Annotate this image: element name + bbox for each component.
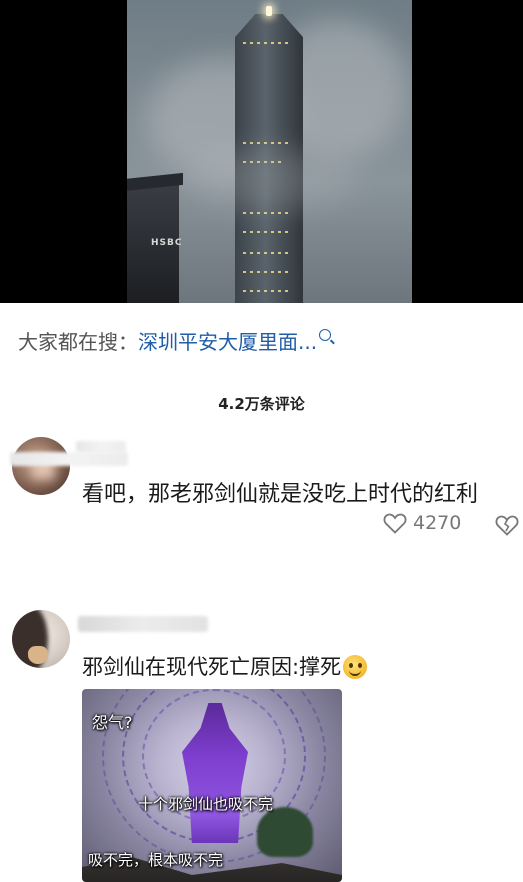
smirk-emoji-icon bbox=[343, 655, 368, 679]
comment-text: 邪剑仙在现代死亡原因:撑死 bbox=[82, 650, 368, 681]
side-building: HSBC bbox=[127, 172, 183, 303]
search-suggestion-link[interactable]: 深圳平安大厦里面... bbox=[138, 330, 317, 354]
like-button[interactable]: 4270 bbox=[383, 512, 461, 534]
broken-heart-icon[interactable] bbox=[495, 514, 519, 536]
username-redacted bbox=[78, 616, 208, 632]
search-icon[interactable] bbox=[319, 329, 332, 341]
username-redacted bbox=[10, 452, 128, 466]
heart-outline-icon[interactable] bbox=[383, 512, 407, 534]
search-suggestion[interactable]: 大家都在搜：深圳平安大厦里面... bbox=[18, 326, 332, 355]
video-player[interactable]: HSBC bbox=[0, 0, 523, 303]
comment-text-body: 邪剑仙在现代死亡原因:撑死 bbox=[82, 655, 342, 679]
comment-text: 看吧，那老邪剑仙就是没吃上时代的红利 bbox=[82, 482, 479, 507]
building-sign: HSBC bbox=[151, 238, 183, 248]
avatar[interactable] bbox=[12, 610, 70, 668]
meme-caption-middle: 十个邪剑仙也吸不完 bbox=[138, 795, 274, 813]
comments-count: 4.2万条评论 bbox=[218, 395, 305, 413]
comment-image[interactable]: 怨气? 十个邪剑仙也吸不完 吸不完，根本吸不完 bbox=[82, 689, 342, 882]
video-frame-skyscraper: HSBC bbox=[127, 0, 412, 303]
search-prefix-label: 大家都在搜： bbox=[18, 330, 138, 354]
avatar[interactable] bbox=[12, 437, 70, 495]
like-count: 4270 bbox=[413, 512, 462, 534]
tower-light bbox=[266, 6, 272, 16]
meme-caption-bottom: 吸不完，根本吸不完 bbox=[88, 851, 224, 869]
meme-caption-top: 怨气? bbox=[92, 713, 133, 732]
